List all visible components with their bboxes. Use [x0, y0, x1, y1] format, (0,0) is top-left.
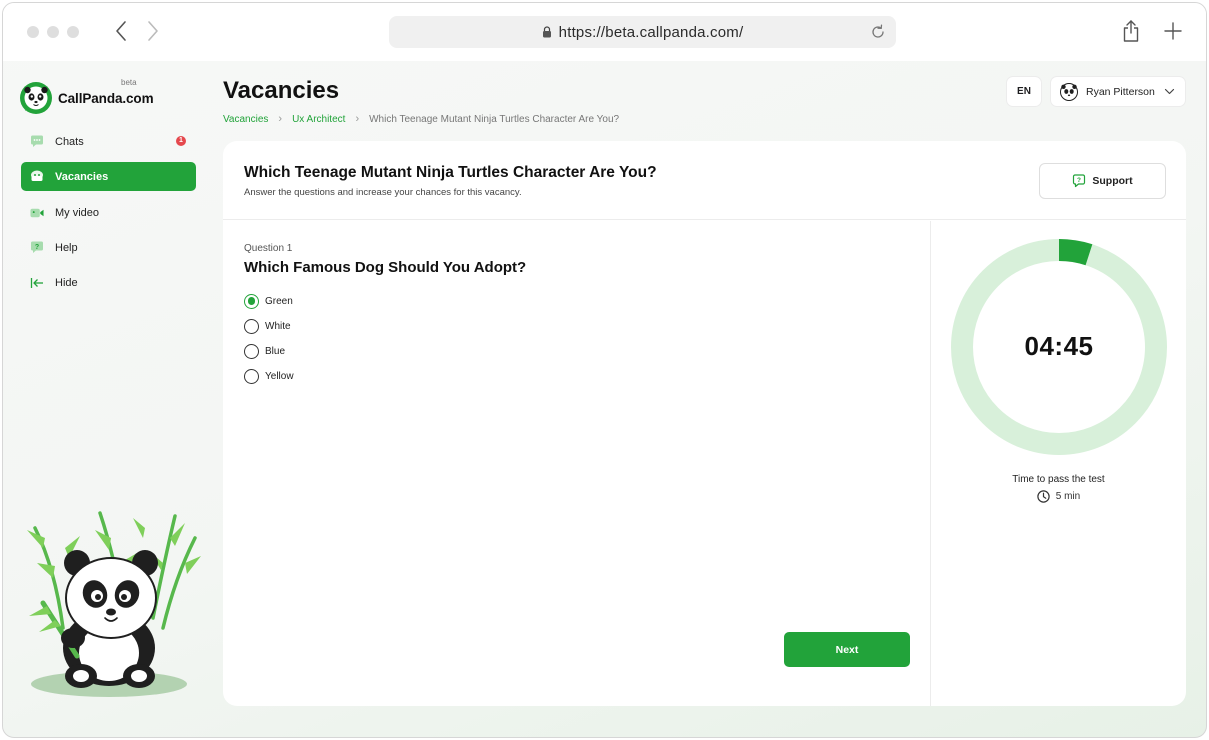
- option-label: Green: [265, 295, 293, 307]
- brand-logo[interactable]: CallPanda.com beta: [19, 78, 154, 115]
- chat-icon: [30, 135, 44, 149]
- forward-arrow-icon[interactable]: [143, 18, 163, 44]
- breadcrumb-current: Which Teenage Mutant Ninja Turtles Chara…: [369, 113, 620, 125]
- panda-illustration: [27, 511, 201, 697]
- beta-tag: beta: [121, 78, 137, 87]
- collapse-icon: [30, 276, 44, 290]
- browser-window: https://beta.callpanda.com/ CallPanda.co…: [2, 2, 1207, 738]
- help-icon: ?: [30, 241, 44, 255]
- answer-option-blue[interactable]: Blue: [244, 343, 285, 359]
- question-text: Which Famous Dog Should You Adopt?: [244, 259, 527, 276]
- language-selector[interactable]: EN: [1007, 77, 1041, 106]
- breadcrumb-ux-architect[interactable]: Ux Architect: [292, 114, 345, 125]
- minimize-window-button[interactable]: [47, 26, 59, 38]
- question-area: Question 1 Which Famous Dog Should You A…: [223, 221, 930, 706]
- answer-option-white[interactable]: White: [244, 318, 291, 334]
- chevron-down-icon: [1164, 88, 1175, 95]
- sidebar-item-help[interactable]: ? Help: [21, 233, 196, 262]
- answer-option-yellow[interactable]: Yellow: [244, 368, 294, 384]
- sidebar-item-label: Vacancies: [55, 170, 109, 183]
- url-text: https://beta.callpanda.com/: [558, 23, 744, 41]
- test-card: Which Teenage Mutant Ninja Turtles Chara…: [223, 141, 1186, 706]
- time-limit-label: Time to pass the test: [1012, 474, 1105, 485]
- sidebar-item-my-video[interactable]: My video: [21, 198, 196, 227]
- test-header: Which Teenage Mutant Ninja Turtles Chara…: [223, 141, 1186, 220]
- new-tab-icon[interactable]: [1164, 22, 1182, 40]
- svg-text:?: ?: [35, 244, 39, 251]
- option-label: Yellow: [265, 370, 294, 382]
- sidebar-item-hide[interactable]: Hide: [21, 268, 196, 297]
- radio-button[interactable]: [244, 343, 259, 359]
- support-label: Support: [1092, 175, 1133, 187]
- user-name: Ryan Pitterson: [1086, 85, 1155, 98]
- sidebar-item-label: Hide: [55, 276, 78, 289]
- close-window-button[interactable]: [27, 26, 39, 38]
- back-arrow-icon[interactable]: [111, 18, 131, 44]
- option-label: White: [265, 320, 291, 332]
- test-title: Which Teenage Mutant Ninja Turtles Chara…: [244, 164, 657, 181]
- next-button[interactable]: Next: [784, 632, 910, 667]
- breadcrumb-separator-icon: ›: [355, 113, 360, 125]
- avatar: [1060, 82, 1078, 101]
- support-button[interactable]: ? Support: [1039, 163, 1166, 199]
- user-menu[interactable]: Ryan Pitterson: [1051, 77, 1185, 106]
- breadcrumb: Vacancies › Ux Architect › Which Teenage…: [223, 113, 619, 125]
- radio-button[interactable]: [244, 293, 259, 309]
- breadcrumb-separator-icon: ›: [278, 113, 283, 125]
- sidebar-item-label: My video: [55, 206, 100, 219]
- time-limit: 5 min: [931, 490, 1186, 503]
- time-limit-duration: 5 min: [1055, 491, 1081, 502]
- sidebar-item-label: Help: [55, 241, 78, 254]
- timer-value: 04:45: [1024, 331, 1094, 361]
- sidebar-item-chats[interactable]: Chats 1: [21, 127, 196, 156]
- test-subtitle: Answer the questions and increase your c…: [244, 187, 522, 198]
- svg-text:?: ?: [1077, 177, 1081, 184]
- brand-name: CallPanda.com: [58, 90, 154, 106]
- lock-icon: [542, 26, 551, 38]
- reload-icon[interactable]: [868, 22, 888, 42]
- breadcrumb-vacancies[interactable]: Vacancies: [223, 114, 268, 125]
- page-title: Vacancies: [223, 77, 340, 104]
- maximize-window-button[interactable]: [67, 26, 79, 38]
- support-icon: ?: [1073, 174, 1086, 188]
- answer-option-green[interactable]: Green: [244, 293, 293, 309]
- sidebar-item-label: Chats: [55, 135, 84, 148]
- browser-toolbar: https://beta.callpanda.com/: [3, 3, 1206, 61]
- video-icon: [30, 206, 44, 220]
- radio-button[interactable]: [244, 318, 259, 334]
- option-label: Blue: [265, 345, 286, 357]
- window-controls: [27, 26, 79, 38]
- address-bar[interactable]: https://beta.callpanda.com/: [389, 16, 896, 48]
- question-number: Question 1: [244, 243, 293, 254]
- clock-icon: [1037, 490, 1050, 503]
- sidebar-item-vacancies[interactable]: Vacancies: [21, 162, 196, 191]
- unread-badge: 1: [176, 136, 186, 146]
- radio-button[interactable]: [244, 368, 259, 384]
- timer-panel: 04:45 Time to pass the test 5 min: [930, 221, 1186, 706]
- panda-logo-icon: [20, 82, 52, 114]
- vacancies-icon: [30, 170, 44, 184]
- share-icon[interactable]: [1121, 18, 1141, 44]
